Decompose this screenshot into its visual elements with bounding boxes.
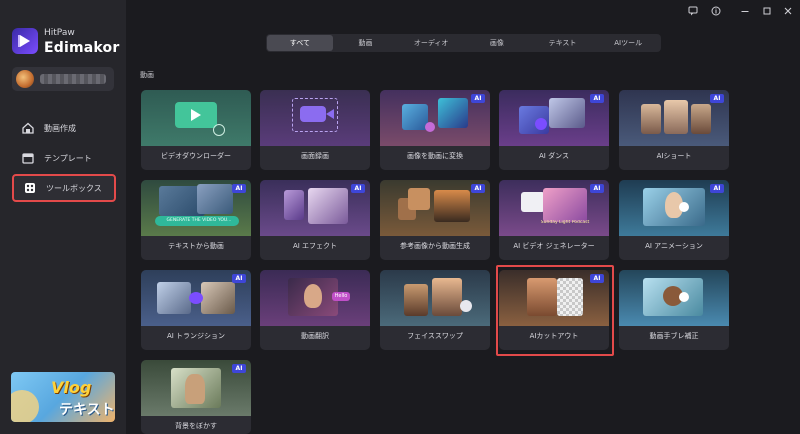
ai-badge: AI: [471, 94, 485, 103]
section-label: 動画: [140, 71, 154, 79]
account-button[interactable]: [12, 67, 114, 91]
tool-label: 背景をぼかす: [175, 422, 217, 430]
sidebar-item-create-video[interactable]: 動画作成: [12, 115, 116, 141]
avatar: [16, 70, 34, 88]
close-icon[interactable]: [781, 4, 795, 18]
sidebar-item-label: ツールボックス: [46, 183, 102, 193]
sidebar-item-label: 動画作成: [44, 123, 76, 133]
tool-card-ai-shorts[interactable]: AI AIショート: [619, 90, 729, 170]
brand-name: Edimakor: [44, 40, 120, 56]
text-to-video-prompt-text: GENERATE THE VIDEO YOU...: [166, 218, 232, 223]
tool-card-face-swap[interactable]: フェイススワップ: [380, 270, 490, 350]
tab-ai-tools[interactable]: AIツール: [595, 35, 661, 51]
podcast-caption-text: Sunday Light Podcast: [540, 220, 590, 225]
category-tabs: すべて 動画 オーディオ 画像 テキスト AIツール: [266, 34, 661, 52]
tool-card-reference-image-to-video[interactable]: AI 参考画像から動画生成: [380, 180, 490, 260]
face-swap-thumbnail: [380, 270, 490, 326]
vlog-promo-banner[interactable]: Vlog テキスト: [11, 372, 115, 422]
tool-label: AI アニメーション: [645, 242, 703, 250]
sidebar-item-template[interactable]: テンプレート: [12, 145, 116, 171]
brand-small: HitPaw: [44, 28, 75, 38]
tool-card-ai-animation[interactable]: AI AI アニメーション: [619, 180, 729, 260]
video-downloader-thumbnail: [141, 90, 251, 146]
tab-image[interactable]: 画像: [464, 35, 530, 51]
tool-label: AI トランジション: [166, 332, 226, 340]
toolbox-icon: [24, 182, 36, 194]
tool-card-ai-video-generator[interactable]: Sunday Light Podcast AI AI ビデオ ジェネレーター: [499, 180, 609, 260]
sidebar: HitPaw Edimakor 動画作成 テンプレート ツールボックス Vlog…: [0, 0, 126, 434]
ai-badge: AI: [232, 364, 246, 373]
tool-card-ai-effects[interactable]: AI AI エフェクト: [260, 180, 370, 260]
tool-card-video-stabilization[interactable]: 動画手ブレ補正: [619, 270, 729, 350]
tool-label: AI ダンス: [539, 152, 569, 160]
promo-title: Vlog: [51, 378, 92, 397]
ai-badge: AI: [710, 94, 724, 103]
ai-badge: AI: [590, 94, 604, 103]
maximize-icon[interactable]: [760, 4, 774, 18]
ai-cutout-highlight-box: [496, 265, 614, 356]
ai-badge: AI: [232, 274, 246, 283]
tab-text[interactable]: テキスト: [530, 35, 596, 51]
tool-card-screen-recorder[interactable]: 画面録画: [260, 90, 370, 170]
ai-badge: AI: [590, 184, 604, 193]
tool-card-video-translation[interactable]: Hello 動画翻訳: [260, 270, 370, 350]
ai-badge: AI: [471, 184, 485, 193]
ai-badge: AI: [351, 184, 365, 193]
tool-card-ai-dance[interactable]: AI AI ダンス: [499, 90, 609, 170]
tool-label: 画像を動画に変換: [407, 152, 463, 160]
tool-label: 参考画像から動画生成: [400, 242, 470, 250]
template-icon: [22, 152, 34, 164]
screen-recorder-thumbnail: [260, 90, 370, 146]
sidebar-item-label: テンプレート: [44, 153, 92, 163]
tool-label: 動画翻訳: [301, 332, 329, 340]
sidebar-item-toolbox[interactable]: ツールボックス: [12, 174, 116, 202]
tab-video[interactable]: 動画: [333, 35, 399, 51]
info-icon[interactable]: [709, 4, 723, 18]
translation-speech-bubble: Hello: [332, 292, 350, 301]
tool-label: テキストから動画: [168, 242, 224, 250]
ai-badge: AI: [710, 184, 724, 193]
tool-label: フェイススワップ: [407, 332, 463, 340]
tool-label: ビデオダウンローダー: [161, 152, 231, 160]
tool-card-blur-background[interactable]: AI 背景をぼかす: [141, 360, 251, 434]
tool-label: AI ビデオ ジェネレーター: [513, 242, 595, 250]
tool-label: 動画手ブレ補正: [649, 332, 699, 340]
promo-subtitle: テキスト: [59, 402, 115, 418]
video-stabilization-thumbnail: [619, 270, 729, 326]
video-translation-thumbnail: Hello: [260, 270, 370, 326]
tool-card-video-downloader[interactable]: ビデオダウンローダー: [141, 90, 251, 170]
tool-label: AI エフェクト: [292, 242, 338, 250]
tab-all[interactable]: すべて: [267, 35, 333, 51]
tab-audio[interactable]: オーディオ: [398, 35, 464, 51]
edimakor-logo-icon: [12, 28, 38, 54]
tool-card-ai-transition[interactable]: AI AI トランジション: [141, 270, 251, 350]
promo-decoration: [11, 390, 39, 422]
tool-label: AIショート: [656, 152, 692, 160]
home-icon: [22, 122, 34, 134]
tool-card-image-to-video[interactable]: AI 画像を動画に変換: [380, 90, 490, 170]
account-name-blurred: [40, 74, 106, 84]
ai-badge: AI: [232, 184, 246, 193]
tool-label: 画面録画: [301, 152, 329, 160]
minimize-icon[interactable]: [738, 4, 752, 18]
feedback-icon[interactable]: [686, 4, 700, 18]
tool-card-text-to-video[interactable]: GENERATE THE VIDEO YOU... AI テキストから動画: [141, 180, 251, 260]
